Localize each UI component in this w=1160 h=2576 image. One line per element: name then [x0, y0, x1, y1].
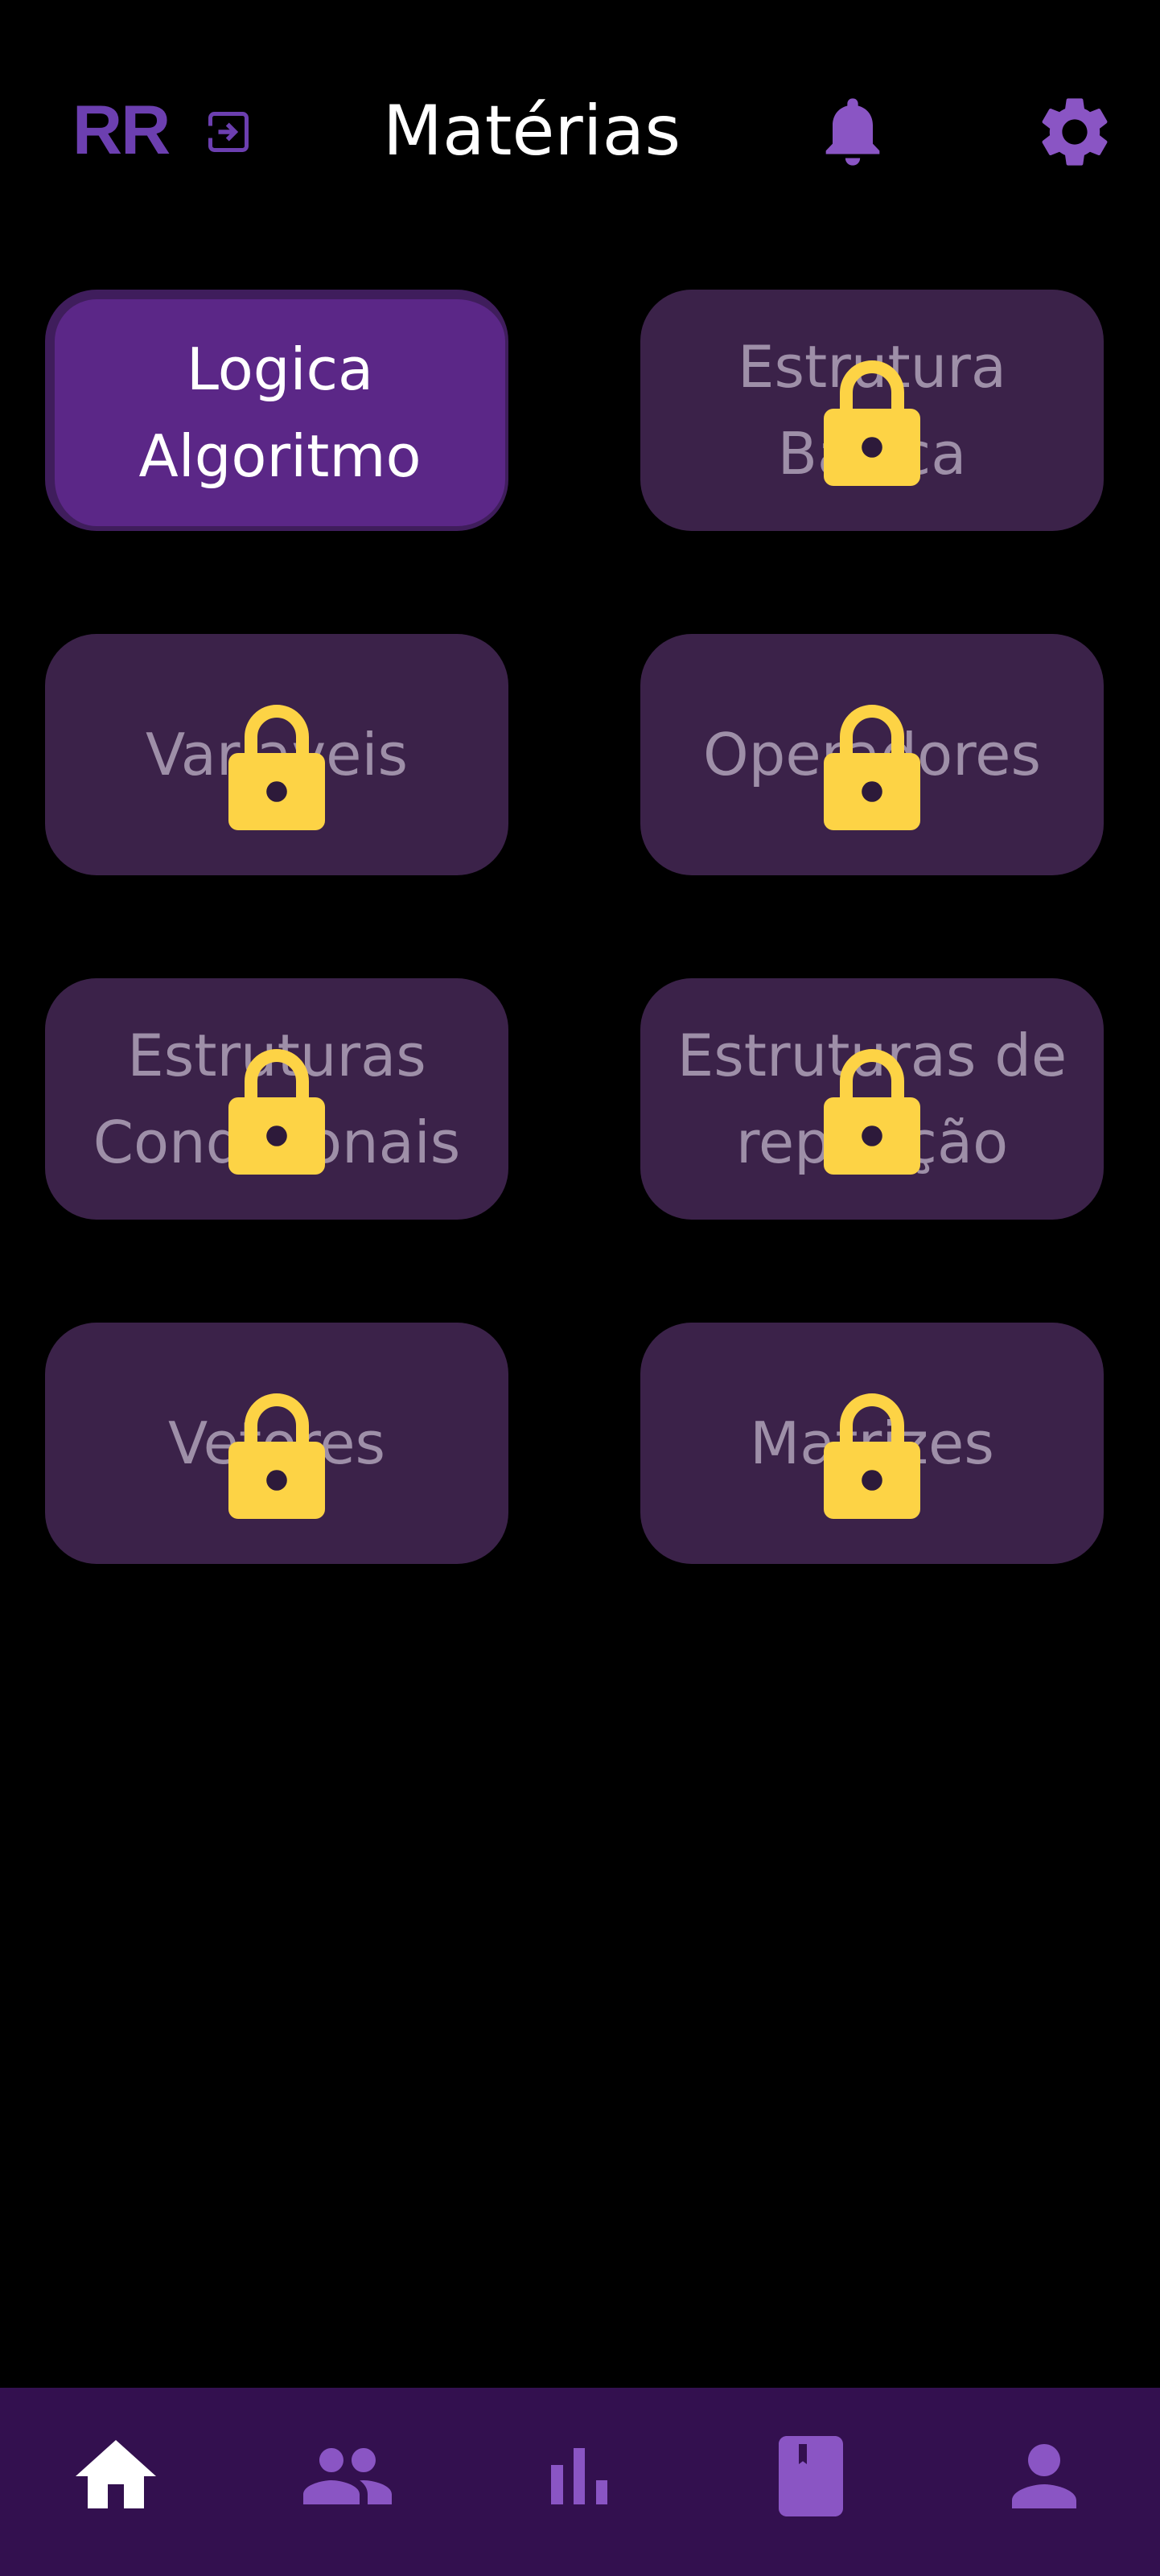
subject-card-estruturas-de-repeticao[interactable]: Estruturas de repetição — [640, 978, 1104, 1220]
people-icon[interactable] — [299, 2428, 396, 2525]
lock-icon — [824, 360, 920, 486]
gear-icon[interactable] — [1033, 90, 1117, 174]
home-icon[interactable] — [68, 2428, 164, 2525]
subject-card-estrutura-basica[interactable]: Estrutura Basica — [640, 290, 1104, 531]
subject-card-logica-algoritmo[interactable]: Logica Algoritmo — [45, 290, 508, 531]
subject-card-variaveis[interactable]: Variaveis — [45, 634, 508, 875]
lock-icon — [228, 1393, 325, 1519]
subject-card-estruturas-condicionais[interactable]: Estruturas Condicionais — [45, 978, 508, 1220]
page-title: Matérias — [382, 91, 681, 171]
lock-icon — [228, 705, 325, 830]
person-icon[interactable] — [996, 2428, 1092, 2525]
subject-card-matrizes[interactable]: Matrizes — [640, 1323, 1104, 1564]
lock-icon — [824, 1393, 920, 1519]
subject-label: Logica Algoritmo — [138, 335, 422, 490]
lock-icon — [824, 705, 920, 830]
bar-chart-icon[interactable] — [531, 2428, 627, 2525]
lock-icon — [228, 1049, 325, 1175]
bottom-navigation — [0, 2388, 1160, 2576]
subject-card-operadores[interactable]: Operadores — [640, 634, 1104, 875]
bell-icon[interactable] — [812, 90, 893, 174]
lock-icon — [824, 1049, 920, 1175]
top-bar: RR Matérias — [0, 0, 1160, 265]
book-icon[interactable] — [763, 2428, 859, 2525]
subject-card-vetores[interactable]: Vetores — [45, 1323, 508, 1564]
